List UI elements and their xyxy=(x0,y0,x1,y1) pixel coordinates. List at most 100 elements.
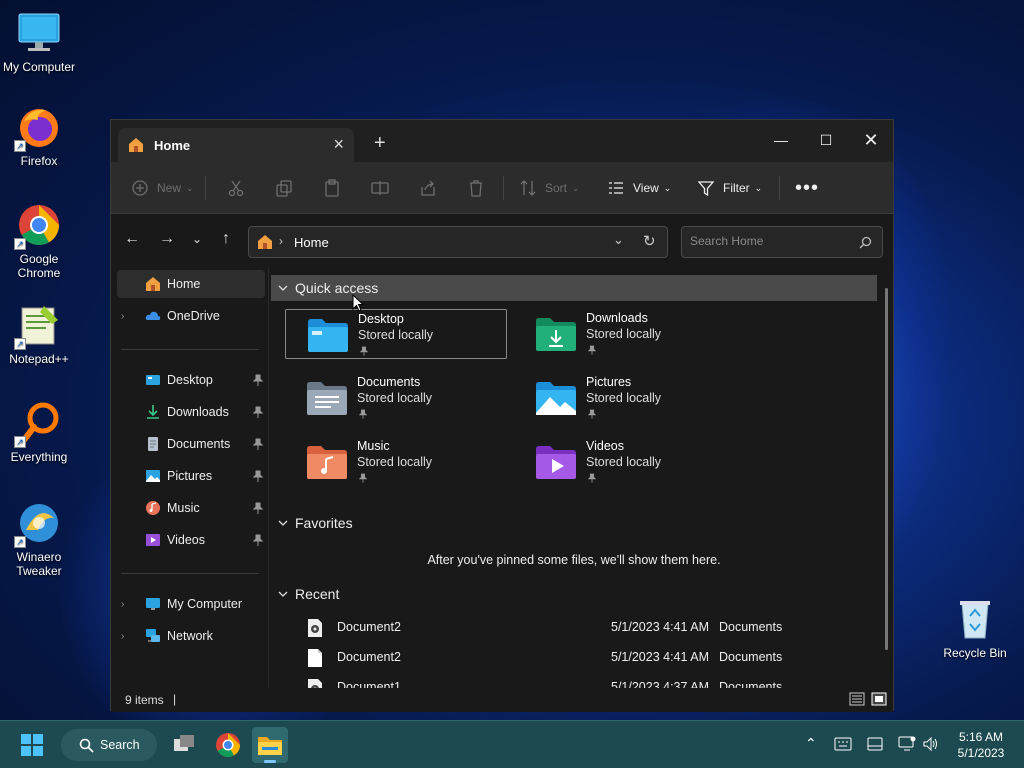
taskbar-search-button[interactable]: Search xyxy=(61,729,157,761)
desktop-icon-firefox[interactable]: ↗ Firefox xyxy=(0,104,78,168)
recent-locations-button[interactable]: ⌄ xyxy=(186,228,208,250)
desktop-folder-icon xyxy=(308,319,348,352)
start-button[interactable] xyxy=(14,727,50,763)
sidebar-item-videos[interactable]: Videos xyxy=(117,526,265,554)
tablet-icon[interactable] xyxy=(866,737,884,751)
close-window-button[interactable]: ✕ xyxy=(851,126,891,154)
task-view-button[interactable] xyxy=(166,727,202,763)
section-recent-header[interactable]: Recent xyxy=(271,581,339,607)
keyboard-icon[interactable] xyxy=(834,737,852,751)
delete-button[interactable] xyxy=(467,162,485,214)
chevron-down-icon: ⌄ xyxy=(572,182,580,193)
sidebar-item-documents[interactable]: Documents xyxy=(117,430,265,458)
show-hidden-icons-icon[interactable]: ⌃ xyxy=(805,735,817,752)
quick-access-item-desktop[interactable]: Desktop Stored locally xyxy=(285,309,507,359)
speaker-icon[interactable] xyxy=(922,736,940,752)
sidebar-item-onedrive[interactable]: › OneDrive xyxy=(117,302,265,330)
copy-icon xyxy=(276,180,292,197)
desktop-icon-label: Google Chrome xyxy=(17,252,61,280)
filter-button[interactable]: Filter ⌄ xyxy=(697,162,762,214)
desktop-icon-my-computer[interactable]: My Computer xyxy=(0,10,78,74)
quick-access-item-pictures[interactable]: Pictures Stored locally xyxy=(514,373,736,423)
sidebar-item-network[interactable]: › Network xyxy=(117,622,265,650)
quick-access-item-downloads[interactable]: Downloads Stored locally xyxy=(514,309,736,359)
up-button[interactable]: ↑ xyxy=(215,228,237,250)
quick-access-item-videos[interactable]: Videos Stored locally xyxy=(514,437,736,487)
active-app-indicator xyxy=(264,760,276,763)
section-title: Recent xyxy=(295,586,340,602)
forward-button[interactable]: → xyxy=(156,228,178,250)
search-icon xyxy=(79,738,94,753)
recent-file-location: Documents xyxy=(719,680,783,688)
ellipsis-icon: ••• xyxy=(795,176,820,199)
new-button[interactable]: New ⌄ xyxy=(131,162,194,214)
address-bar[interactable]: › Home ⌄ ↻ xyxy=(248,226,668,258)
maximize-button[interactable]: ☐ xyxy=(806,126,846,154)
recent-file-row[interactable]: Document1 5/1/2023 4:37 AM Documents xyxy=(271,673,877,688)
firefox-icon: ↗ xyxy=(14,104,62,152)
quick-access-item-documents[interactable]: Documents Stored locally xyxy=(285,373,507,423)
system-clock[interactable]: 5:16 AM 5/1/2023 xyxy=(946,729,1016,761)
desktop-icon-label: Winaero Tweaker xyxy=(16,550,62,578)
share-icon xyxy=(421,180,435,196)
sidebar-item-desktop[interactable]: Desktop xyxy=(117,366,265,394)
chevron-right-icon[interactable]: › xyxy=(121,311,124,322)
tab-home[interactable]: Home × xyxy=(118,128,354,162)
sidebar-item-my-computer[interactable]: › My Computer xyxy=(117,590,265,618)
desktop-icon-label: My Computer xyxy=(2,60,76,74)
chrome-icon: ↗ xyxy=(14,202,62,250)
back-button[interactable]: ← xyxy=(121,228,143,250)
view-button[interactable]: View ⌄ xyxy=(607,162,671,214)
search-box[interactable] xyxy=(681,226,883,258)
arrow-right-icon: → xyxy=(159,230,175,247)
section-favorites-header[interactable]: Favorites xyxy=(271,510,353,536)
more-options-button[interactable]: ••• xyxy=(795,162,819,214)
recent-file-row[interactable]: Document2 5/1/2023 4:41 AM Documents xyxy=(271,613,877,641)
minimize-button[interactable]: — xyxy=(761,126,801,154)
clock-time: 5:16 AM xyxy=(958,730,1004,744)
desktop-icon-winaero[interactable]: ↗ Winaero Tweaker xyxy=(0,500,78,578)
sidebar-item-home[interactable]: Home xyxy=(117,270,265,298)
copy-button[interactable] xyxy=(275,162,293,214)
large-icons-view-icon[interactable] xyxy=(871,692,887,706)
toolbar-divider xyxy=(205,176,206,200)
pictures-icon xyxy=(146,470,160,482)
sidebar-item-downloads[interactable]: Downloads xyxy=(117,398,265,426)
quick-access-name: Videos xyxy=(586,439,624,453)
vertical-scrollbar[interactable] xyxy=(885,288,888,650)
network-monitor-icon[interactable] xyxy=(898,736,916,752)
recent-file-name: Document2 xyxy=(337,620,401,634)
sidebar-item-pictures[interactable]: Pictures xyxy=(117,462,265,490)
desktop-icon-recycle-bin[interactable]: Recycle Bin xyxy=(936,596,1014,660)
address-dropdown-icon[interactable]: ⌄ xyxy=(613,232,624,248)
details-view-icon[interactable] xyxy=(849,692,865,706)
sidebar-item-label: Videos xyxy=(167,533,205,547)
share-button[interactable] xyxy=(419,162,437,214)
new-tab-button[interactable]: + xyxy=(374,132,386,155)
pin-icon xyxy=(360,346,368,356)
desktop-icon-notepadpp[interactable]: ↗ Notepad++ xyxy=(0,302,78,366)
desktop-icon-chrome[interactable]: ↗ Google Chrome xyxy=(0,202,78,280)
sort-button[interactable]: Sort ⌄ xyxy=(519,162,580,214)
chevron-down-icon: ⌄ xyxy=(663,182,672,193)
sidebar-divider xyxy=(121,573,259,574)
chevron-right-icon[interactable]: › xyxy=(121,599,124,610)
quick-access-item-music[interactable]: Music Stored locally xyxy=(285,437,507,487)
refresh-icon[interactable]: ↻ xyxy=(643,232,656,250)
desktop-icon-everything[interactable]: ↗ Everything xyxy=(0,400,78,464)
paste-button[interactable] xyxy=(323,162,341,214)
taskbar-chrome-button[interactable] xyxy=(210,727,246,763)
breadcrumb-home[interactable]: Home xyxy=(294,235,329,250)
close-tab-icon[interactable]: × xyxy=(333,134,344,155)
onedrive-icon xyxy=(145,311,161,320)
cut-button[interactable] xyxy=(227,162,245,214)
chevron-right-icon[interactable]: › xyxy=(121,631,124,642)
sidebar-item-music[interactable]: Music xyxy=(117,494,265,522)
blank-file-icon xyxy=(308,649,322,667)
rename-button[interactable] xyxy=(371,162,389,214)
content-pane: Quick access Desktop Stored locally Down… xyxy=(271,268,887,688)
sidebar-item-label: Documents xyxy=(167,437,231,451)
taskbar-file-explorer-button[interactable] xyxy=(252,727,288,763)
search-input[interactable] xyxy=(690,234,850,248)
recent-file-row[interactable]: Document2 5/1/2023 4:41 AM Documents xyxy=(271,643,877,671)
